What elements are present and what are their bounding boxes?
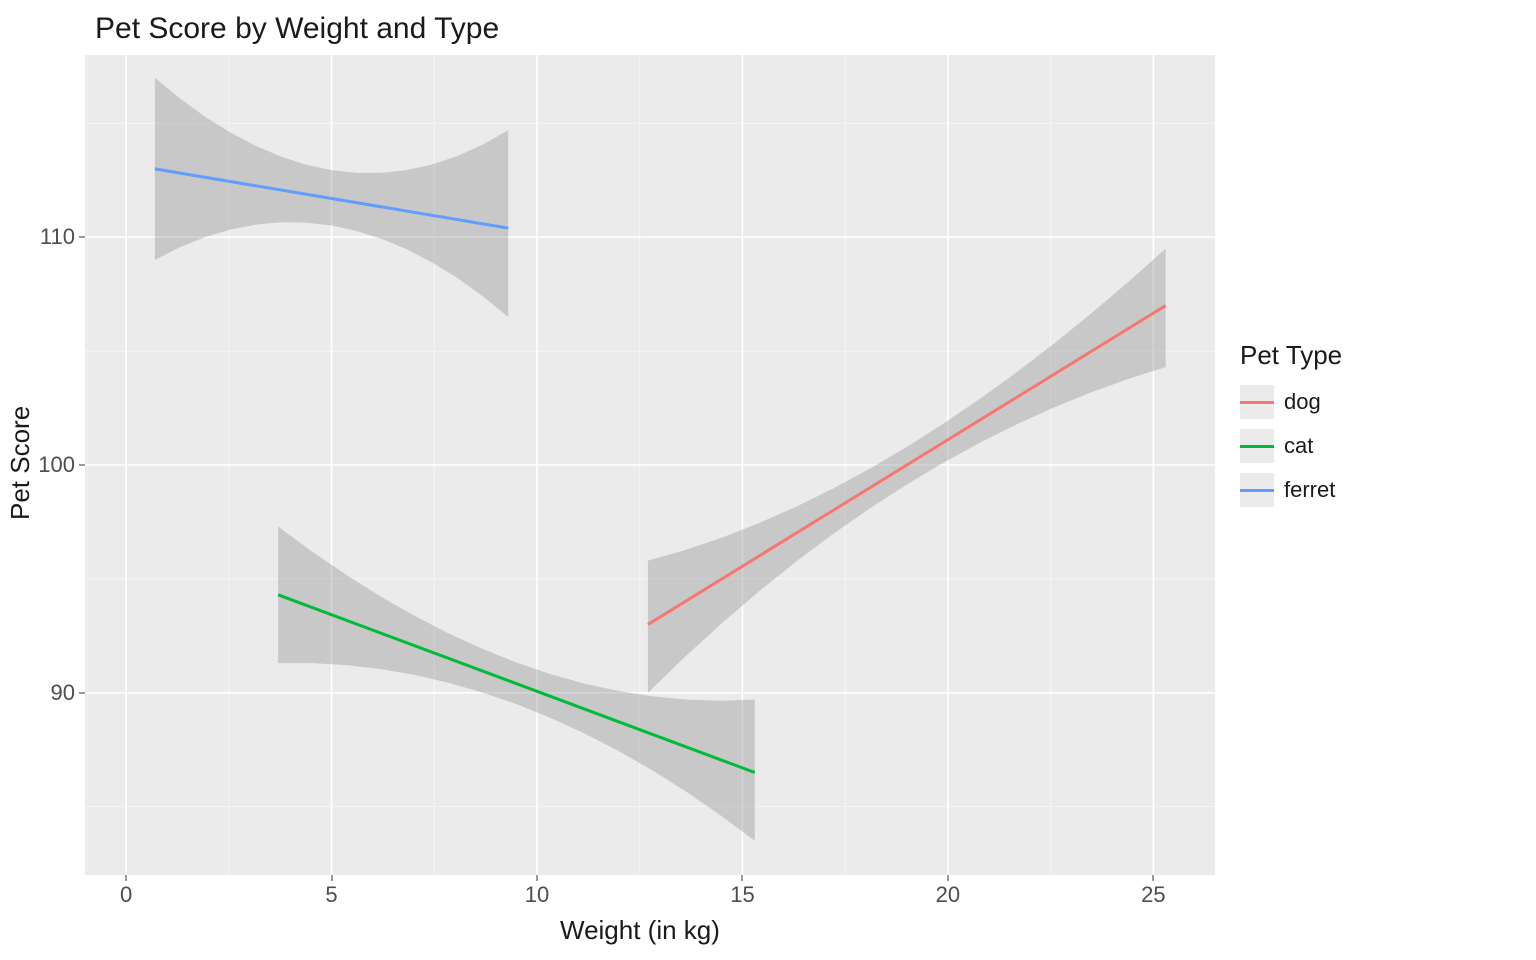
- y-tick-mark: [79, 692, 85, 693]
- legend-key: [1240, 473, 1274, 507]
- x-tick-label: 0: [120, 882, 132, 908]
- legend: Pet Type dog cat ferret: [1240, 340, 1342, 517]
- y-tick-label: 110: [15, 224, 75, 250]
- legend-line-icon: [1240, 401, 1274, 404]
- legend-key: [1240, 385, 1274, 419]
- y-tick-mark: [79, 465, 85, 466]
- legend-item-cat: cat: [1240, 429, 1342, 463]
- legend-item-ferret: ferret: [1240, 473, 1342, 507]
- plot-svg: [85, 55, 1215, 875]
- legend-label: cat: [1284, 433, 1313, 459]
- ci-ribbon-dog: [648, 249, 1166, 693]
- x-axis-label: Weight (in kg): [560, 915, 720, 946]
- chart-title: Pet Score by Weight and Type: [95, 12, 499, 46]
- x-tick-label: 15: [730, 882, 754, 908]
- y-tick-label: 90: [15, 680, 75, 706]
- legend-key: [1240, 429, 1274, 463]
- x-tick-label: 20: [936, 882, 960, 908]
- y-axis-label: Pet Score: [5, 406, 36, 520]
- legend-line-icon: [1240, 445, 1274, 448]
- legend-label: dog: [1284, 389, 1321, 415]
- legend-title: Pet Type: [1240, 340, 1342, 371]
- figure: Pet Score by Weight and Type 0510152025 …: [0, 0, 1536, 960]
- legend-line-icon: [1240, 489, 1274, 492]
- x-tick-mark: [126, 875, 127, 881]
- x-tick-mark: [947, 875, 948, 881]
- x-tick-mark: [331, 875, 332, 881]
- legend-items: dog cat ferret: [1240, 385, 1342, 507]
- legend-item-dog: dog: [1240, 385, 1342, 419]
- x-tick-mark: [537, 875, 538, 881]
- y-tick-mark: [79, 237, 85, 238]
- x-tick-mark: [742, 875, 743, 881]
- legend-label: ferret: [1284, 477, 1335, 503]
- x-tick-label: 10: [525, 882, 549, 908]
- x-tick-label: 25: [1141, 882, 1165, 908]
- plot-area: [85, 55, 1215, 875]
- x-tick-label: 5: [325, 882, 337, 908]
- x-tick-mark: [1153, 875, 1154, 881]
